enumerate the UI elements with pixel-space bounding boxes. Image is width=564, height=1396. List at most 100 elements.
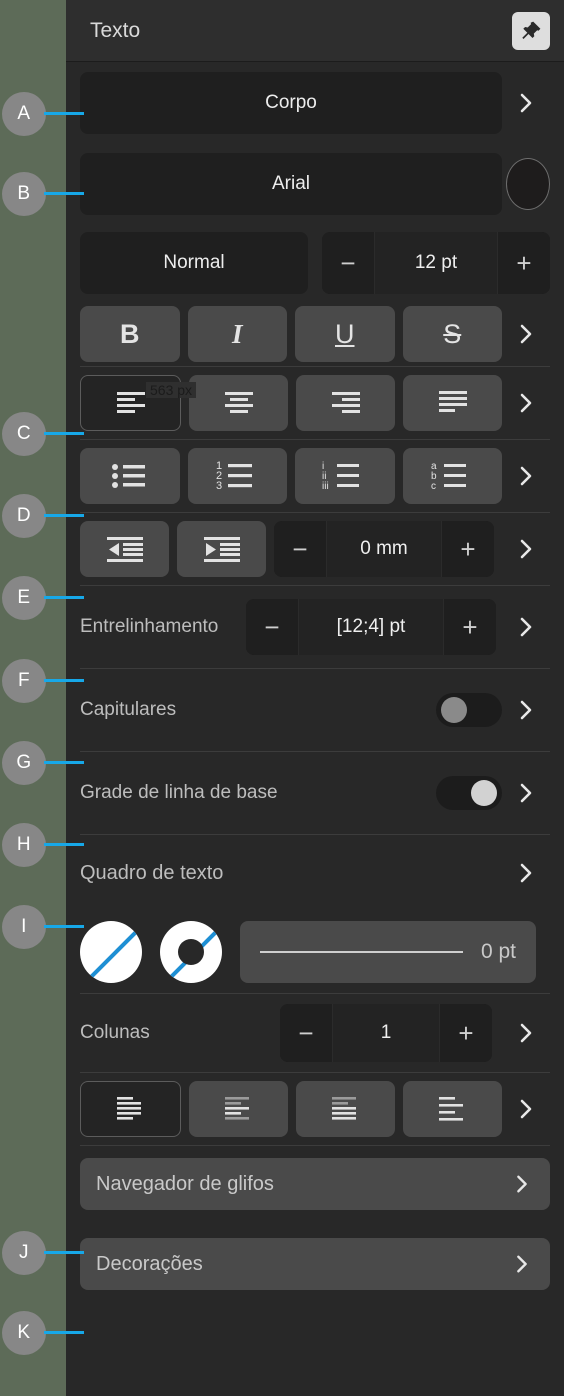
annotation-letter: H — [2, 823, 46, 867]
columns-increase-button[interactable]: + — [440, 1004, 492, 1062]
indent-button[interactable] — [177, 521, 266, 577]
indent-expand-icon[interactable] — [502, 525, 550, 573]
list-style-group: 123 i ii iii abc — [80, 448, 502, 504]
annotation-letter: A — [2, 92, 46, 136]
valign-justify-button[interactable] — [403, 1081, 502, 1137]
page-title: Texto — [90, 18, 141, 42]
columns-value[interactable]: 1 — [332, 1004, 440, 1062]
annotation-letter: C — [2, 412, 46, 456]
annotation-leader-line — [44, 432, 84, 435]
annotation-marker-b: B — [0, 172, 84, 216]
text-format-expand-icon[interactable] — [502, 310, 550, 358]
underline-glyph: U — [335, 318, 355, 349]
annotation-marker-d: D — [0, 494, 84, 538]
annotation-marker-a: A — [0, 92, 84, 136]
align-center-button[interactable] — [189, 375, 288, 431]
outdent-button[interactable] — [80, 521, 169, 577]
numbered-list-button[interactable]: 123 — [187, 448, 287, 504]
align-right-button[interactable] — [296, 375, 395, 431]
stroke-width-track — [260, 951, 463, 953]
align-justify-button[interactable] — [403, 375, 502, 431]
annotation-leader-line — [44, 843, 84, 846]
baseline-grid-toggle[interactable] — [436, 776, 502, 810]
font-weight-select[interactable]: Normal — [80, 232, 308, 294]
annotation-letter: K — [2, 1311, 46, 1355]
list-style-row: 123 i ii iii abc — [66, 440, 564, 512]
annotation-leader-line — [44, 925, 84, 928]
annotation-letter: I — [2, 905, 46, 949]
baseline-grid-row: Grade de linha de base — [66, 752, 564, 834]
annotation-leader-line — [44, 192, 84, 195]
text-properties-panel: Texto Corpo Arial Normal − 12 pt + B I U… — [66, 0, 564, 1396]
roman-list-button[interactable]: i ii iii — [295, 448, 395, 504]
vertical-align-group — [80, 1081, 502, 1137]
annotation-letter: J — [2, 1231, 46, 1275]
stroke-width-slider[interactable]: 0 pt — [240, 921, 536, 983]
leading-decrease-button[interactable]: − — [246, 599, 298, 655]
valign-top-button[interactable] — [80, 1081, 181, 1137]
columns-expand-icon[interactable] — [502, 1009, 550, 1057]
text-format-row: B I U S — [66, 302, 564, 366]
vertical-align-expand-icon[interactable] — [502, 1085, 550, 1133]
font-size-decrease-button[interactable]: − — [322, 232, 374, 294]
paragraph-style-select[interactable]: Corpo — [80, 72, 502, 134]
font-size-stepper: − 12 pt + — [322, 232, 550, 294]
annotation-leader-line — [44, 679, 84, 682]
annotation-letter: F — [2, 659, 46, 703]
stroke-color-swatch[interactable] — [160, 921, 222, 983]
paragraph-align-group — [80, 375, 502, 431]
font-size-value[interactable]: 12 pt — [374, 232, 498, 294]
dropcaps-expand-icon[interactable] — [502, 686, 550, 734]
glyph-browser-button[interactable]: Navegador de glifos — [80, 1158, 550, 1210]
strikethrough-button[interactable]: S — [402, 306, 502, 362]
indent-increase-button[interactable]: + — [442, 521, 494, 577]
valign-bottom-button[interactable] — [296, 1081, 395, 1137]
columns-decrease-button[interactable]: − — [280, 1004, 332, 1062]
list-style-expand-icon[interactable] — [502, 452, 550, 500]
text-color-swatch-wrap — [502, 158, 550, 210]
leading-expand-icon[interactable] — [502, 603, 550, 651]
annotation-leader-line — [44, 596, 84, 599]
annotation-marker-i: I — [0, 905, 84, 949]
annotation-letter: G — [2, 741, 46, 785]
measurement-badge: 563 px — [146, 382, 197, 398]
screenshot-root: ABCDEFGHIJK Texto Corpo Arial Normal − 1… — [0, 0, 564, 1396]
font-family-select[interactable]: Arial — [80, 153, 502, 215]
decorations-button[interactable]: Decorações — [80, 1238, 550, 1290]
baseline-grid-expand-icon[interactable] — [502, 769, 550, 817]
baseline-grid-label: Grade de linha de base — [80, 782, 278, 803]
decorations-label: Decorações — [96, 1252, 203, 1275]
pin-icon[interactable] — [512, 11, 550, 50]
paragraph-align-expand-icon[interactable] — [502, 379, 550, 427]
no-fill-slash — [86, 922, 142, 982]
fill-color-swatch[interactable] — [80, 921, 142, 983]
indent-value[interactable]: 0 mm — [326, 521, 442, 577]
text-frame-expand-icon[interactable] — [502, 849, 550, 897]
dropcaps-toggle[interactable] — [436, 693, 502, 727]
text-frame-label: Quadro de texto — [80, 861, 224, 884]
paragraph-style-expand-icon[interactable] — [502, 79, 550, 127]
leading-row: Entrelinhamento − [12;4] pt + — [66, 586, 564, 668]
indent-decrease-button[interactable]: − — [274, 521, 326, 577]
bullet-list-button[interactable] — [80, 448, 180, 504]
svg-text:c: c — [431, 481, 436, 492]
valign-middle-button[interactable] — [189, 1081, 288, 1137]
leading-value[interactable]: [12;4] pt — [298, 599, 444, 655]
no-stroke-slash — [166, 922, 222, 982]
toggle-knob — [471, 780, 497, 806]
font-weight-size-row: Normal − 12 pt + — [66, 224, 564, 302]
text-format-group: B I U S — [80, 306, 502, 362]
underline-button[interactable]: U — [295, 306, 395, 362]
svg-text:3: 3 — [216, 480, 222, 492]
bold-button[interactable]: B — [80, 306, 180, 362]
italic-button[interactable]: I — [187, 306, 287, 362]
text-color-swatch[interactable] — [506, 158, 550, 210]
font-size-increase-button[interactable]: + — [498, 232, 550, 294]
leading-increase-button[interactable]: + — [444, 599, 496, 655]
annotation-marker-j: J — [0, 1231, 84, 1275]
bold-glyph: B — [120, 318, 140, 349]
dropcaps-row: Capitulares — [66, 669, 564, 751]
annotation-leader-line — [44, 761, 84, 764]
alpha-list-button[interactable]: abc — [402, 448, 502, 504]
annotation-marker-g: G — [0, 741, 84, 785]
